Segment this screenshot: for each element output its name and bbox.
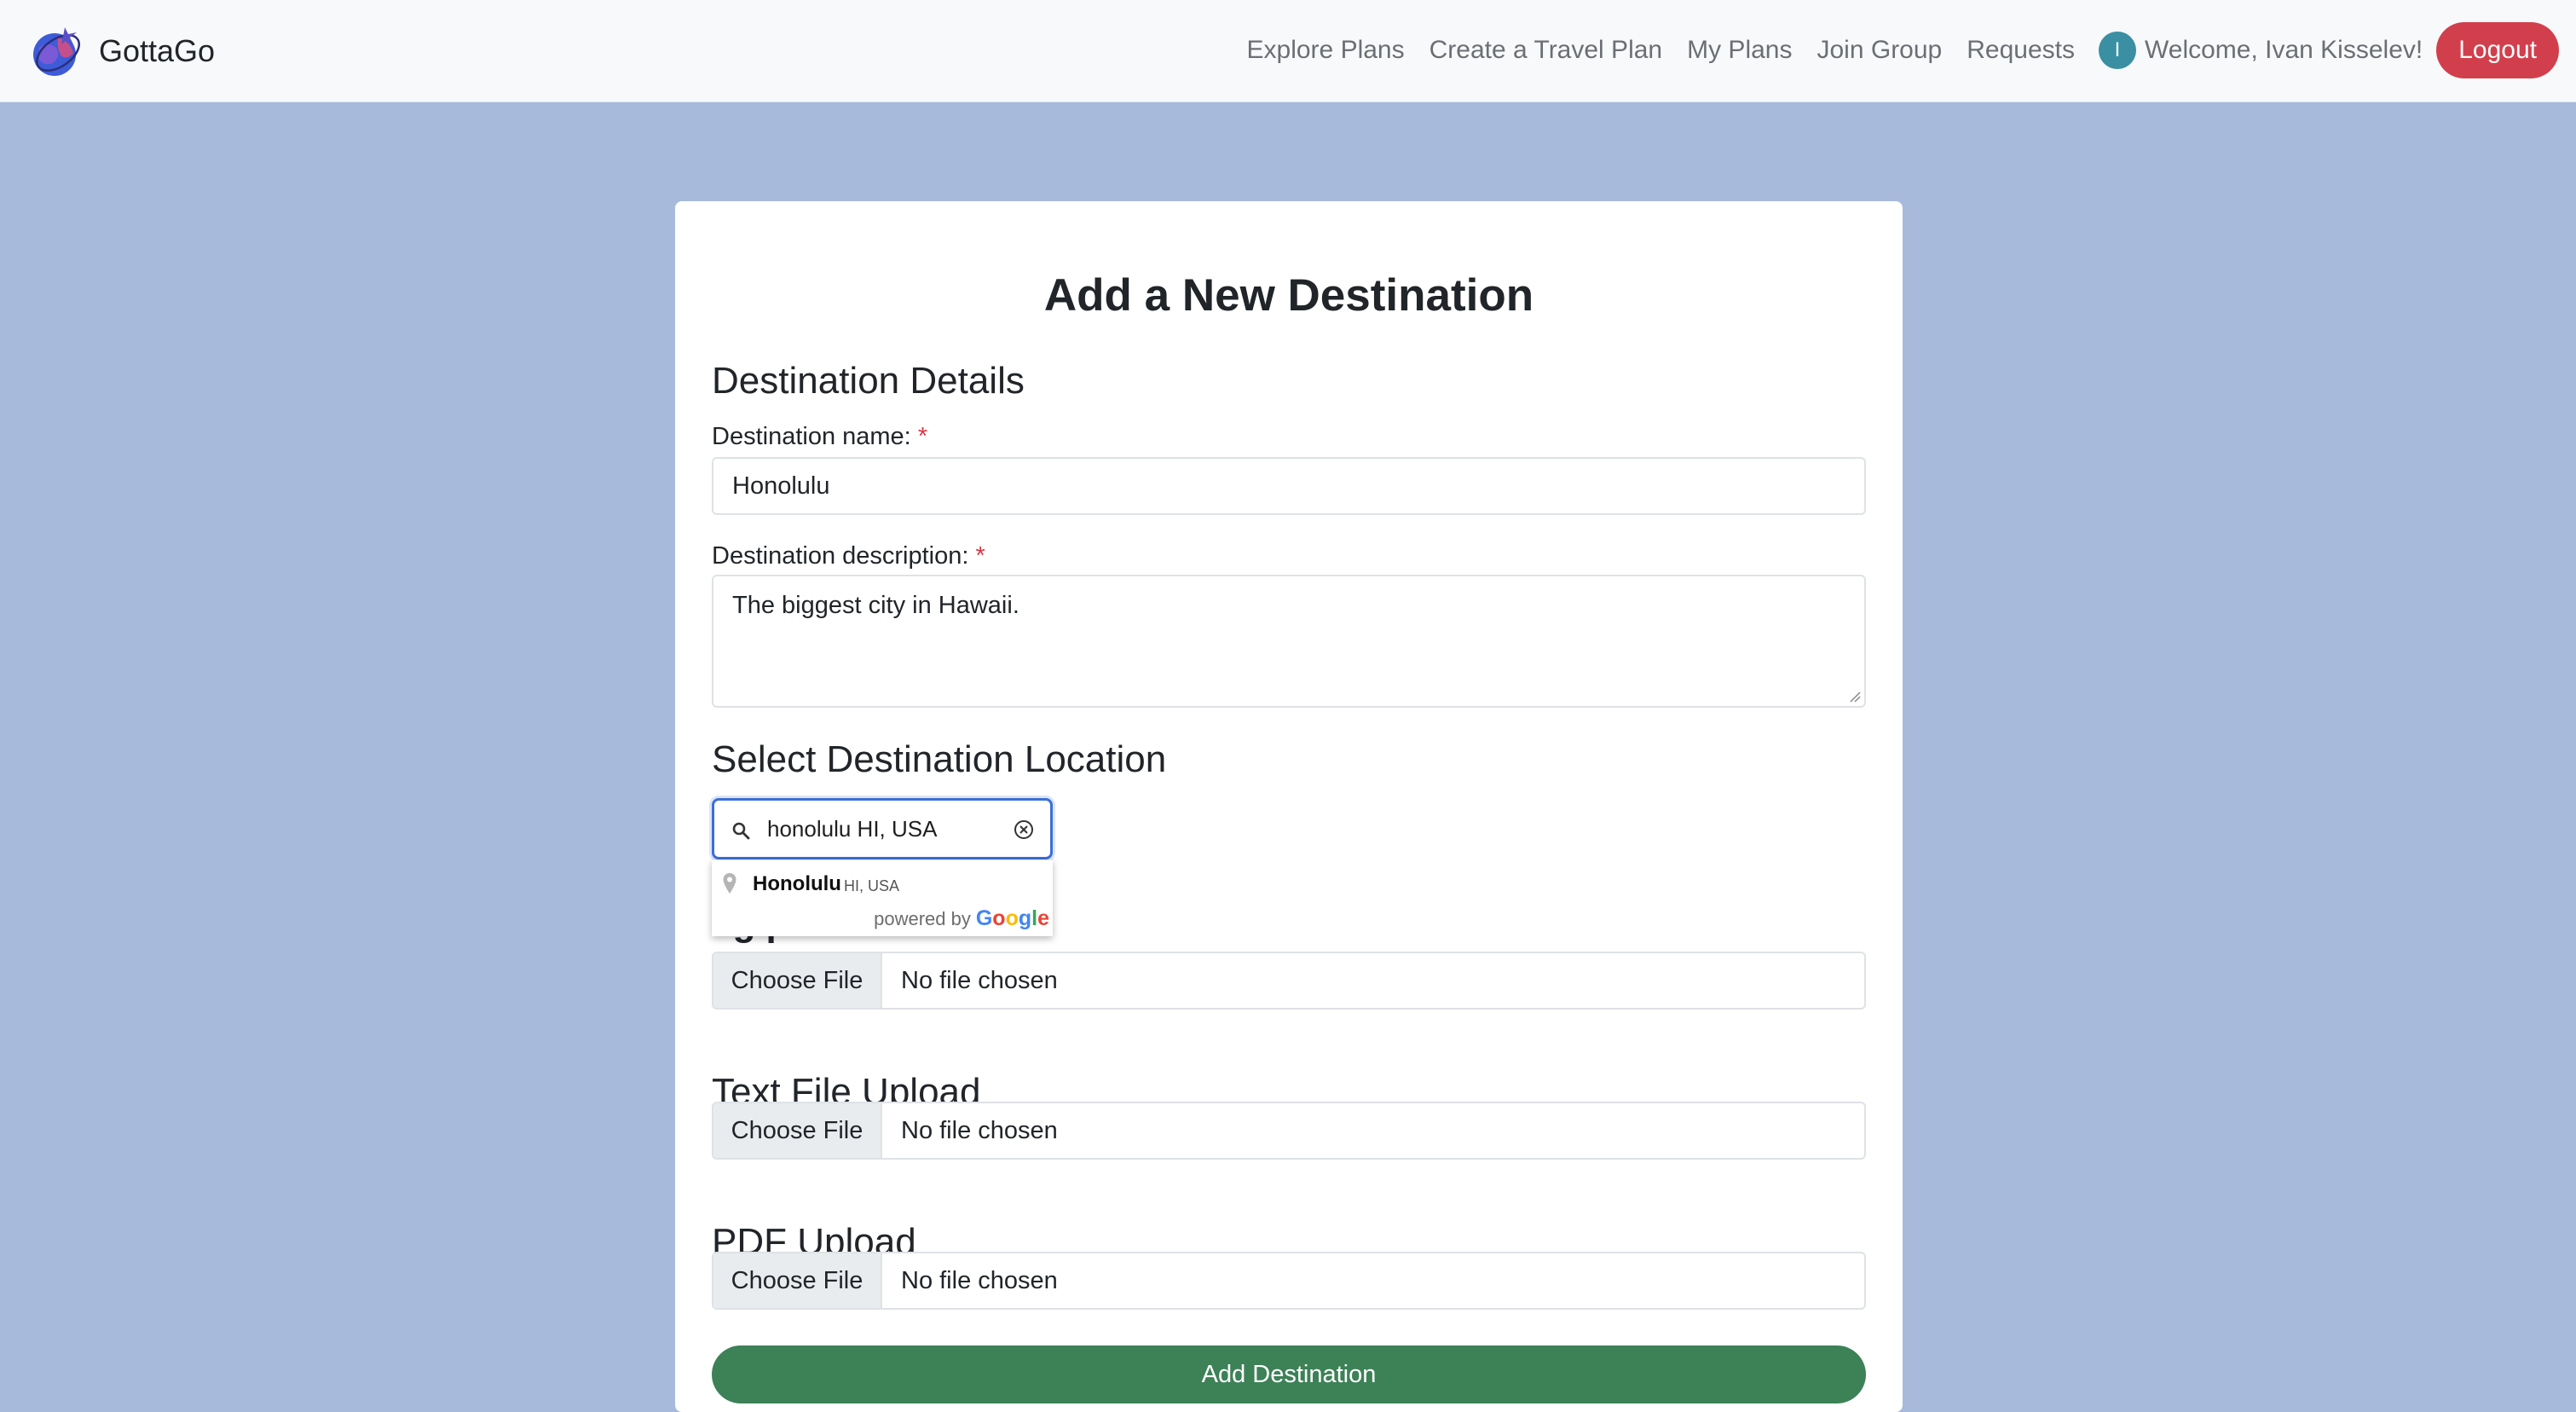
- nav-explore-plans[interactable]: Explore Plans: [1247, 36, 1405, 65]
- nav-links: Explore Plans Create a Travel Plan My Pl…: [1247, 19, 2559, 82]
- destination-name-input[interactable]: [712, 457, 1866, 515]
- suggestion-main-text: Honolulu: [753, 872, 841, 895]
- choose-pdf-file-button[interactable]: Choose File: [713, 1253, 882, 1308]
- google-logo: Google: [975, 906, 1049, 930]
- brand-name: GottaGo: [99, 33, 216, 68]
- image-file-status: No file chosen: [901, 967, 1058, 994]
- nav-my-plans[interactable]: My Plans: [1687, 36, 1792, 65]
- description-wrapper: The biggest city in Hawaii.: [712, 575, 1866, 708]
- autocomplete-suggestion[interactable]: Honolulu HI, USA: [712, 860, 1053, 908]
- add-destination-card: Add a New Destination Destination Detail…: [675, 201, 1903, 1412]
- powered-by-text: powered by: [874, 908, 971, 929]
- page-title: Add a New Destination: [1043, 270, 1534, 321]
- clear-icon[interactable]: [1013, 819, 1035, 841]
- suggestion-secondary-text: HI, USA: [844, 877, 900, 894]
- destination-description-label-text: Destination description:: [712, 542, 969, 570]
- nav-join-group[interactable]: Join Group: [1816, 36, 1942, 65]
- autocomplete-dropdown: Honolulu HI, USA powered by Google: [712, 859, 1053, 936]
- destination-description-label: Destination description: *: [712, 542, 985, 570]
- nav-create-travel-plan[interactable]: Create a Travel Plan: [1430, 36, 1662, 65]
- powered-by-google: powered by Google: [874, 906, 1049, 931]
- destination-name-label-text: Destination name:: [712, 423, 911, 450]
- location-search-value: honolulu HI, USA: [767, 816, 938, 842]
- destination-details-heading: Destination Details: [712, 360, 1025, 402]
- select-location-heading: Select Destination Location: [712, 738, 1167, 780]
- map-pin-icon: [723, 873, 736, 894]
- search-icon: [732, 822, 750, 840]
- location-search-input[interactable]: honolulu HI, USA: [712, 798, 1053, 859]
- text-file-input[interactable]: Choose File No file chosen: [712, 1102, 1866, 1160]
- text-file-status: No file chosen: [901, 1117, 1058, 1144]
- required-mark: *: [975, 542, 985, 570]
- pdf-file-input[interactable]: Choose File No file chosen: [712, 1252, 1866, 1310]
- pdf-file-status: No file chosen: [901, 1267, 1058, 1294]
- destination-name-label: Destination name: *: [712, 423, 927, 451]
- destination-description-textarea[interactable]: The biggest city in Hawaii.: [712, 575, 1866, 708]
- welcome-message: Welcome, Ivan Kisselev!: [2144, 36, 2423, 64]
- image-file-input[interactable]: Choose File No file chosen: [712, 952, 1866, 1010]
- logout-button[interactable]: Logout: [2436, 22, 2559, 78]
- resize-handle-icon[interactable]: [1849, 691, 1861, 703]
- add-destination-button[interactable]: Add Destination: [712, 1345, 1866, 1403]
- required-mark: *: [917, 423, 928, 450]
- top-navbar: GottaGo Explore Plans Create a Travel Pl…: [0, 0, 2576, 102]
- avatar[interactable]: I: [2098, 32, 2136, 69]
- brand[interactable]: GottaGo: [27, 22, 215, 80]
- nav-requests[interactable]: Requests: [1967, 36, 2075, 65]
- choose-text-file-button[interactable]: Choose File: [713, 1103, 882, 1158]
- globe-logo-icon: [33, 27, 80, 76]
- choose-image-file-button[interactable]: Choose File: [713, 953, 882, 1008]
